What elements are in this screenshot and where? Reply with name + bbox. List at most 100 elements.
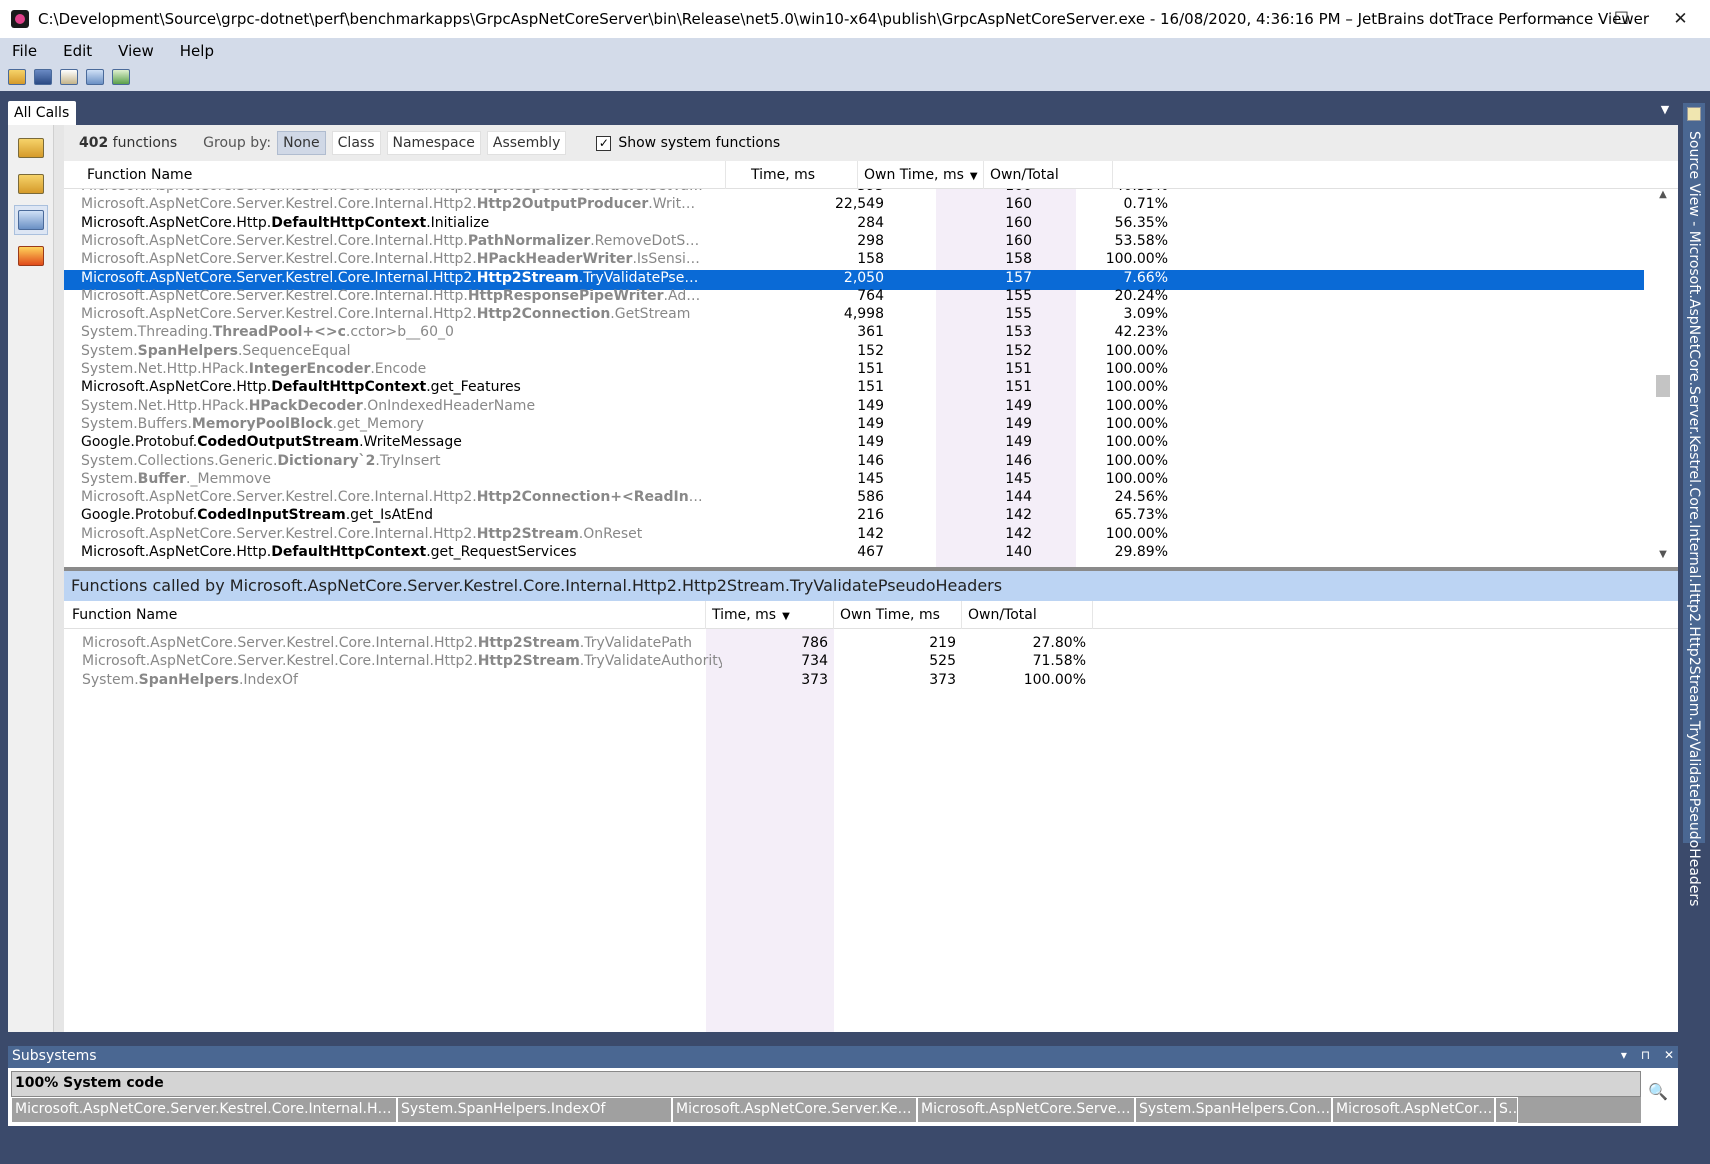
tab-all-calls[interactable]: All Calls bbox=[8, 101, 76, 125]
subsystem-segment[interactable]: Microsoft.AspNetCore.Server.Kestrel... bbox=[672, 1097, 917, 1123]
table-row[interactable]: System.Buffers.MemoryPoolBlock.get_Memor… bbox=[64, 416, 1644, 436]
table-row[interactable]: Microsoft.AspNetCore.Server.Kestrel.Core… bbox=[64, 489, 1644, 509]
subsystem-segment[interactable]: Microsoft.AspNetCore.Server.Kes... bbox=[917, 1097, 1135, 1123]
table-row[interactable]: Microsoft.AspNetCore.Server.Kestrel.Core… bbox=[64, 196, 1644, 216]
scroll-down-icon[interactable]: ▼ bbox=[1654, 549, 1672, 567]
group-assembly-button[interactable]: Assembly bbox=[486, 131, 567, 155]
function-name: System.Collections.Generic.Dictionary`2.… bbox=[81, 452, 441, 469]
tab-list-dropdown-icon[interactable]: ▼ bbox=[1657, 103, 1673, 119]
table-row[interactable]: System.Net.Http.HPack.IntegerEncoder.Enc… bbox=[64, 361, 1644, 381]
subsystem-segment[interactable]: System.SpanHelpers.IndexOf bbox=[397, 1097, 672, 1123]
own-time-value: 158 bbox=[1005, 251, 1032, 268]
own-total-value: 100.00% bbox=[1105, 397, 1168, 414]
subsystem-segment[interactable]: S... bbox=[1495, 1097, 1518, 1123]
menu-file[interactable]: File bbox=[12, 42, 37, 60]
group-none-button[interactable]: None bbox=[277, 131, 326, 155]
column-function-name[interactable]: Function Name bbox=[64, 601, 706, 629]
column-own-time[interactable]: Own Time, ms bbox=[834, 601, 962, 629]
subsystem-segment[interactable]: Microsoft.AspNetCore.Server.Kestrel.Core… bbox=[11, 1097, 397, 1123]
table-row[interactable]: System.SpanHelpers.IndexOf 373 373 100.00% bbox=[64, 672, 1264, 692]
subsystems-panel: Subsystems ▾ ⊓ ✕ 100% System code Micros… bbox=[8, 1046, 1678, 1150]
column-own-time[interactable]: Own Time, ms ▼ bbox=[858, 161, 984, 189]
system-code-summary[interactable]: 100% System code bbox=[11, 1071, 1641, 1097]
pin-icon[interactable]: ⊓ bbox=[1641, 1048, 1650, 1062]
table-row[interactable]: Microsoft.AspNetCore.Http.DefaultHttpCon… bbox=[64, 379, 1644, 399]
panel-menu-icon[interactable]: ▾ bbox=[1621, 1048, 1627, 1062]
table-row[interactable]: Microsoft.AspNetCore.Server.Kestrel.Core… bbox=[64, 306, 1644, 326]
time-value: 586 bbox=[857, 489, 884, 506]
source-view-tab[interactable]: Source View - Microsoft.AspNetCore.Serve… bbox=[1683, 103, 1705, 906]
table-row[interactable]: System.Collections.Generic.Dictionary`2.… bbox=[64, 453, 1644, 473]
table-row[interactable]: Google.Protobuf.CodedInputStream.get_IsA… bbox=[64, 507, 1644, 527]
time-value: 4,998 bbox=[843, 306, 884, 323]
snapshot-button[interactable] bbox=[58, 66, 80, 88]
table-row[interactable]: System.Buffer._Memmove 145 145 100.00% bbox=[64, 471, 1644, 491]
table-row[interactable]: Microsoft.AspNetCore.Server.Kestrel.Core… bbox=[64, 635, 1264, 655]
table-row[interactable]: Microsoft.AspNetCore.Server.Kestrel.Core… bbox=[64, 288, 1644, 308]
subsystem-segment[interactable]: Microsoft.AspNetCore.... bbox=[1332, 1097, 1495, 1123]
time-value: 373 bbox=[801, 671, 828, 688]
open-button[interactable] bbox=[6, 66, 28, 88]
export-button[interactable] bbox=[110, 66, 132, 88]
minimize-button[interactable]: — bbox=[1533, 0, 1592, 38]
show-system-functions-label[interactable]: Show system functions bbox=[618, 135, 780, 151]
own-time-value: 157 bbox=[1005, 269, 1032, 286]
table-row[interactable]: Microsoft.AspNetCore.Server.Kestrel.Core… bbox=[64, 233, 1644, 253]
time-value: 764 bbox=[857, 287, 884, 304]
menu-help[interactable]: Help bbox=[180, 42, 214, 60]
subsystem-segment[interactable]: System.SpanHelpers.Contains bbox=[1135, 1097, 1332, 1123]
table-row[interactable]: System.Net.Http.HPack.HPackDecoder.OnInd… bbox=[64, 398, 1644, 418]
column-time[interactable]: Time, ms ▼ bbox=[706, 601, 834, 629]
table-row[interactable]: Microsoft.AspNetCore.Server.Kestrel.Core… bbox=[64, 653, 1264, 673]
maximize-button[interactable]: ☐ bbox=[1592, 0, 1651, 38]
group-namespace-button[interactable]: Namespace bbox=[386, 131, 481, 155]
function-name: Microsoft.AspNetCore.Server.Kestrel.Core… bbox=[81, 306, 691, 323]
hot-spots-view-button[interactable] bbox=[14, 241, 48, 271]
filter-bar: 402 functions Group by: None Class Names… bbox=[64, 125, 1678, 161]
time-value: 146 bbox=[857, 452, 884, 469]
table-row[interactable]: System.SpanHelpers.SequenceEqual 152 152 10… bbox=[64, 343, 1644, 363]
group-class-button[interactable]: Class bbox=[331, 131, 381, 155]
menu-view[interactable]: View bbox=[118, 42, 154, 60]
table-row[interactable]: System.Threading.ThreadPool+<>c.cctor>b_… bbox=[64, 324, 1644, 344]
menu-edit[interactable]: Edit bbox=[63, 42, 92, 60]
time-value: 361 bbox=[857, 324, 884, 341]
function-name: Microsoft.AspNetCore.Server.Kestrel.Core… bbox=[81, 232, 703, 249]
back-traces-icon bbox=[18, 174, 44, 194]
functions-table-scrollbar[interactable]: ▲ ▼ bbox=[1654, 189, 1672, 567]
table-row[interactable]: Microsoft.AspNetCore.Http.DefaultHttpCon… bbox=[64, 215, 1644, 235]
compare-icon bbox=[86, 69, 104, 85]
function-name: Google.Protobuf.CodedInputStream.get_IsA… bbox=[81, 507, 434, 524]
scroll-up-icon[interactable]: ▲ bbox=[1654, 189, 1672, 207]
own-time-value: 160 bbox=[902, 189, 1032, 194]
called-functions-table-body: Microsoft.AspNetCore.Server.Kestrel.Core… bbox=[64, 629, 1678, 1032]
show-system-functions-checkbox[interactable]: ✓ bbox=[596, 135, 612, 151]
column-time[interactable]: Time, ms bbox=[726, 161, 858, 189]
compare-button[interactable] bbox=[84, 66, 106, 88]
own-total-value: 100.00% bbox=[1105, 379, 1168, 396]
own-time-value: 149 bbox=[1005, 434, 1032, 451]
scroll-thumb[interactable] bbox=[1656, 375, 1670, 397]
call-tree-view-button[interactable] bbox=[14, 133, 48, 163]
time-value: 158 bbox=[857, 251, 884, 268]
own-total-value: 100.00% bbox=[1105, 251, 1168, 268]
back-traces-view-button[interactable] bbox=[14, 169, 48, 199]
column-own-total[interactable]: Own/Total bbox=[962, 601, 1093, 629]
close-button[interactable]: ✕ bbox=[1651, 0, 1710, 38]
plain-list-view-button[interactable] bbox=[14, 205, 48, 235]
column-function-name[interactable]: Function Name bbox=[64, 161, 726, 189]
table-row[interactable]: Microsoft.AspNetCore.Server.Kestrel.Core… bbox=[64, 251, 1644, 271]
function-name: System.Net.Http.HPack.IntegerEncoder.Enc… bbox=[81, 361, 427, 377]
save-button[interactable] bbox=[32, 66, 54, 88]
table-row[interactable]: Microsoft.AspNetCore.Server.Kestrel.Core… bbox=[64, 526, 1644, 546]
table-row-selected[interactable]: Microsoft.AspNetCore.Server.Kestrel.Core… bbox=[64, 269, 1644, 290]
own-total-value: 24.56% bbox=[1114, 489, 1168, 506]
left-splitter[interactable] bbox=[54, 125, 64, 1032]
table-row[interactable]: Microsoft.AspNetCore.Http.DefaultHttpCon… bbox=[64, 544, 1644, 564]
table-row[interactable]: Google.Protobuf.CodedOutputStream.WriteM… bbox=[64, 434, 1644, 454]
time-value: 151 bbox=[857, 379, 884, 396]
column-own-total[interactable]: Own/Total bbox=[984, 161, 1113, 189]
close-panel-icon[interactable]: ✕ bbox=[1664, 1048, 1674, 1062]
own-total-value: 100.00% bbox=[1105, 434, 1168, 451]
subsystem-settings-icon[interactable]: 🔍 bbox=[1648, 1082, 1670, 1104]
